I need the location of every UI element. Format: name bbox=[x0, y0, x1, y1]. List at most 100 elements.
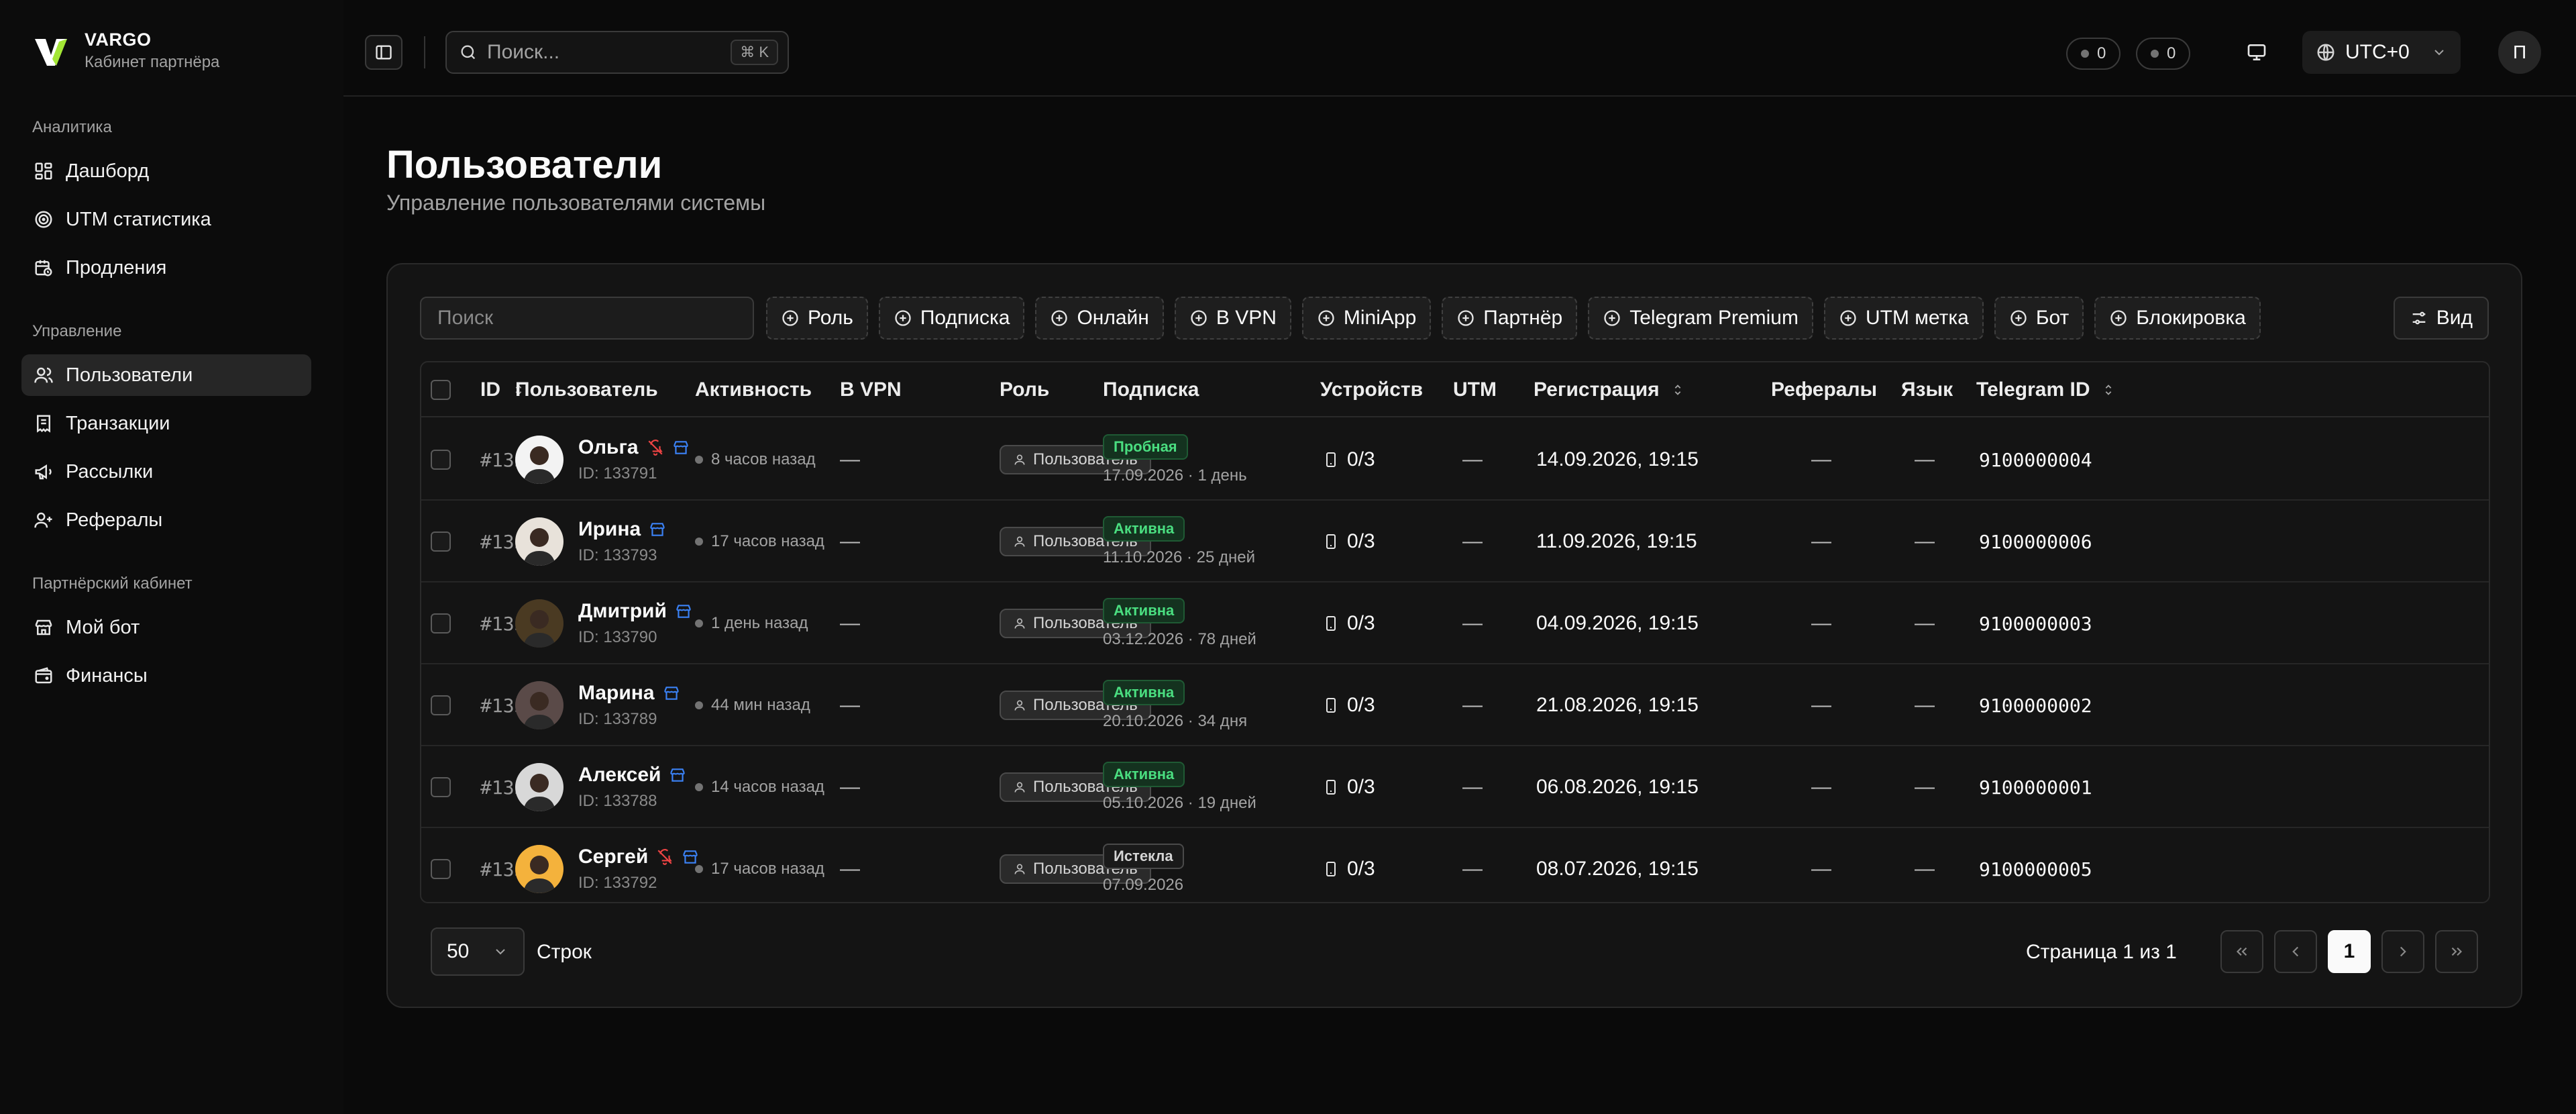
sidebar-item-renewals[interactable]: Продления bbox=[21, 247, 311, 289]
telegram-id: 9100000006 bbox=[1979, 530, 2092, 553]
page-button-current[interactable]: 1 bbox=[2328, 930, 2371, 973]
column-header: Пользователь bbox=[515, 362, 658, 417]
table-row[interactable]: #133792СергейID: 13379217 часов назад—По… bbox=[421, 828, 2489, 902]
referrals-cell: — bbox=[1811, 858, 1831, 880]
filter-chip-label: Партнёр bbox=[1483, 307, 1563, 329]
row-checkbox[interactable] bbox=[431, 859, 451, 879]
plus-circle-icon bbox=[2110, 310, 2127, 326]
filter-chip-label: MiniApp bbox=[1343, 307, 1417, 329]
column-header[interactable]: Регистрация bbox=[1534, 362, 1685, 417]
bell-off-icon bbox=[657, 849, 672, 865]
sidebar-item-transactions[interactable]: Транзакции bbox=[21, 403, 311, 444]
column-header-label: Регистрация bbox=[1534, 378, 1660, 401]
view-label: Вид bbox=[2436, 307, 2473, 329]
user-cell[interactable]: Сергей ID: 133792 bbox=[515, 828, 699, 902]
column-header[interactable]: Telegram ID bbox=[1976, 362, 2116, 417]
column-header-label: Активность bbox=[695, 378, 812, 401]
search-placeholder: Поиск... bbox=[487, 41, 560, 63]
sidebar-item-finance[interactable]: Финансы bbox=[21, 655, 311, 697]
counter-value: 0 bbox=[2167, 44, 2176, 62]
vpn-cell: — bbox=[840, 858, 860, 880]
filter-chip[interactable]: MiniApp bbox=[1301, 297, 1432, 340]
global-search-input[interactable]: Поиск... ⌘ K bbox=[445, 31, 789, 74]
status-counter-2[interactable]: 0 bbox=[2136, 38, 2191, 70]
row-checkbox[interactable] bbox=[431, 695, 451, 715]
user-avatar-button[interactable]: П bbox=[2498, 31, 2541, 74]
user-cell[interactable]: Марина ID: 133789 bbox=[515, 664, 680, 746]
table-row[interactable]: #133791ОльгаID: 1337918 часов назад—Поль… bbox=[421, 419, 2489, 501]
table-header: ID Пользователь Активность В VPN Роль Подписк… bbox=[421, 362, 2489, 417]
devices-count: 0/3 bbox=[1347, 858, 1375, 880]
timezone-select[interactable]: UTC+0 bbox=[2302, 31, 2461, 74]
table-row[interactable]: #133789МаринаID: 13378944 мин назад—Поль… bbox=[421, 664, 2489, 746]
filter-chip[interactable]: Онлайн bbox=[1035, 297, 1164, 340]
user-cell[interactable]: Ольга ID: 133791 bbox=[515, 419, 690, 501]
table-row[interactable]: #133793ИринаID: 13379317 часов назад—Пол… bbox=[421, 501, 2489, 583]
table-row[interactable]: #133790ДмитрийID: 1337901 день назад—Пол… bbox=[421, 583, 2489, 664]
row-checkbox-cell bbox=[431, 746, 451, 828]
user-cell[interactable]: Ирина ID: 133793 bbox=[515, 501, 666, 583]
row-checkbox[interactable] bbox=[431, 777, 451, 797]
row-checkbox[interactable] bbox=[431, 613, 451, 634]
user-cell[interactable]: Дмитрий ID: 133790 bbox=[515, 583, 692, 664]
avatar bbox=[515, 763, 564, 811]
sidebar-item-mailings[interactable]: Рассылки bbox=[21, 451, 311, 493]
table-search-input[interactable]: Поиск bbox=[420, 297, 754, 340]
last-page-button[interactable] bbox=[2435, 930, 2478, 973]
sidebar-item-label: Финансы bbox=[66, 664, 148, 687]
row-checkbox[interactable] bbox=[431, 450, 451, 470]
next-page-button[interactable] bbox=[2381, 930, 2424, 973]
filter-chip[interactable]: Telegram Premium bbox=[1588, 297, 1813, 340]
avatar bbox=[515, 845, 564, 893]
rows-per-page-select[interactable]: 50 bbox=[431, 927, 525, 976]
brand-name: VARGO bbox=[85, 30, 152, 50]
filter-chip[interactable]: Роль bbox=[766, 297, 868, 340]
search-icon bbox=[461, 45, 476, 60]
page-info: Страница 1 из 1 bbox=[2026, 941, 2177, 963]
language-cell: — bbox=[1915, 858, 1935, 880]
column-header: Активность bbox=[695, 362, 812, 417]
brand[interactable]: VARGO Кабинет партнёра bbox=[32, 30, 219, 72]
display-button[interactable] bbox=[2238, 35, 2275, 70]
sidebar-toggle-button[interactable] bbox=[365, 35, 402, 70]
column-header: Роль bbox=[1000, 362, 1049, 417]
user-name: Ольга bbox=[578, 436, 639, 458]
sidebar-item-dashboard[interactable]: Дашборд bbox=[21, 150, 311, 192]
vpn-cell: — bbox=[840, 612, 860, 634]
subscription-status-badge: Активна bbox=[1103, 516, 1185, 542]
select-all-checkbox[interactable] bbox=[431, 380, 451, 400]
status-dot-icon bbox=[695, 619, 703, 627]
row-checkbox-cell bbox=[431, 419, 451, 501]
bell-off-icon bbox=[648, 440, 663, 456]
user-cell[interactable]: Алексей ID: 133788 bbox=[515, 746, 686, 828]
subscription-date: 20.10.2026 · 34 дня bbox=[1103, 712, 1248, 730]
filter-chip[interactable]: Блокировка bbox=[2094, 297, 2261, 340]
chevron-right-icon bbox=[2400, 946, 2406, 957]
row-checkbox[interactable] bbox=[431, 531, 451, 552]
telegram-id: 9100000005 bbox=[1979, 858, 2092, 880]
filter-chip[interactable]: UTM метка bbox=[1823, 297, 1984, 340]
filter-chip[interactable]: Партнёр bbox=[1442, 297, 1578, 340]
prev-page-button[interactable] bbox=[2274, 930, 2317, 973]
view-options-button[interactable]: Вид bbox=[2393, 297, 2489, 340]
status-counter-1[interactable]: 0 bbox=[2066, 38, 2121, 70]
status-dot-icon bbox=[695, 538, 703, 546]
subscription-date: 05.10.2026 · 19 дней bbox=[1103, 794, 1256, 812]
filter-chip-label: UTM метка bbox=[1865, 307, 1969, 329]
filter-chip[interactable]: Подписка bbox=[878, 297, 1025, 340]
avatar bbox=[515, 681, 564, 729]
registration-date: 08.07.2026, 19:15 bbox=[1536, 858, 1699, 880]
sidebar-item-utm[interactable]: UTM статистика bbox=[21, 199, 311, 240]
filter-chip[interactable]: Бот bbox=[1994, 297, 2084, 340]
sidebar-item-referrals[interactable]: Рефералы bbox=[21, 499, 311, 541]
sidebar-item-my-bot[interactable]: Мой бот bbox=[21, 607, 311, 648]
column-header-label: Устройств bbox=[1320, 378, 1424, 401]
vpn-cell: — bbox=[840, 530, 860, 552]
bot-store-icon bbox=[670, 768, 686, 782]
activity-text: 1 день назад bbox=[711, 614, 808, 632]
sidebar-item-users[interactable]: Пользователи bbox=[21, 354, 311, 396]
sidebar-item-label: Продления bbox=[66, 256, 167, 278]
filter-chip[interactable]: В VPN bbox=[1174, 297, 1291, 340]
first-page-button[interactable] bbox=[2220, 930, 2263, 973]
table-row[interactable]: #133788АлексейID: 13378814 часов назад—П… bbox=[421, 746, 2489, 828]
